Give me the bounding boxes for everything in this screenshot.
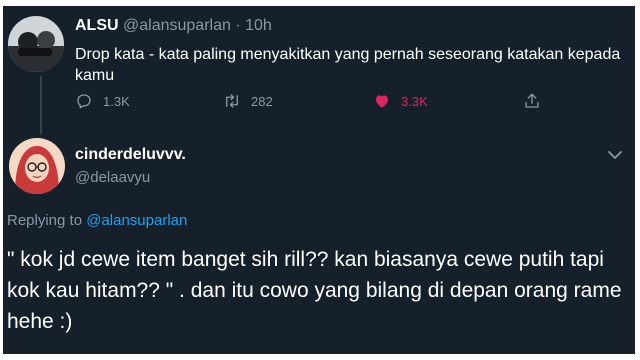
retweet-icon — [226, 94, 238, 108]
tweet-text: Drop kata - kata paling menyakitkan yang… — [75, 46, 621, 84]
reply-button[interactable]: 1.3K — [75, 92, 130, 110]
author-name[interactable]: ALSU — [75, 17, 119, 34]
avatar[interactable] — [8, 16, 64, 72]
tweet-time[interactable]: 10h — [245, 17, 272, 34]
reply-text: " kok jd cewe item banget sih rill?? kan… — [7, 248, 622, 333]
reply-icon — [77, 94, 91, 109]
thread-connector-line — [40, 76, 42, 134]
retweet-button[interactable]: 282 — [223, 92, 273, 110]
avatar[interactable] — [9, 138, 65, 194]
heart-icon — [376, 95, 388, 108]
tweet-header: ALSU @alansuparlan · 10h — [75, 17, 272, 35]
tweet-actions: 1.3K 282 3.3K — [75, 92, 565, 114]
reply-author-handle[interactable]: @delaavyu — [75, 169, 150, 186]
chevron-down-icon[interactable] — [607, 149, 623, 161]
share-icon — [525, 93, 539, 108]
reply-count: 1.3K — [103, 93, 130, 109]
reply-author-name[interactable]: cinderdeluvvv. — [75, 146, 186, 164]
separator-dot: · — [235, 17, 241, 34]
share-button[interactable] — [523, 92, 551, 110]
retweet-count: 282 — [251, 93, 273, 109]
replying-to-link[interactable]: @alansuparlan — [86, 212, 187, 229]
tweet-thread: ALSU @alansuparlan · 10h Drop kata - kat… — [3, 6, 635, 354]
like-count: 3.3K — [401, 93, 428, 109]
replying-to-label: Replying to — [7, 212, 83, 229]
like-button[interactable]: 3.3K — [373, 92, 428, 110]
author-handle[interactable]: @alansuparlan — [123, 17, 231, 34]
replying-to: Replying to @alansuparlan — [7, 212, 187, 229]
